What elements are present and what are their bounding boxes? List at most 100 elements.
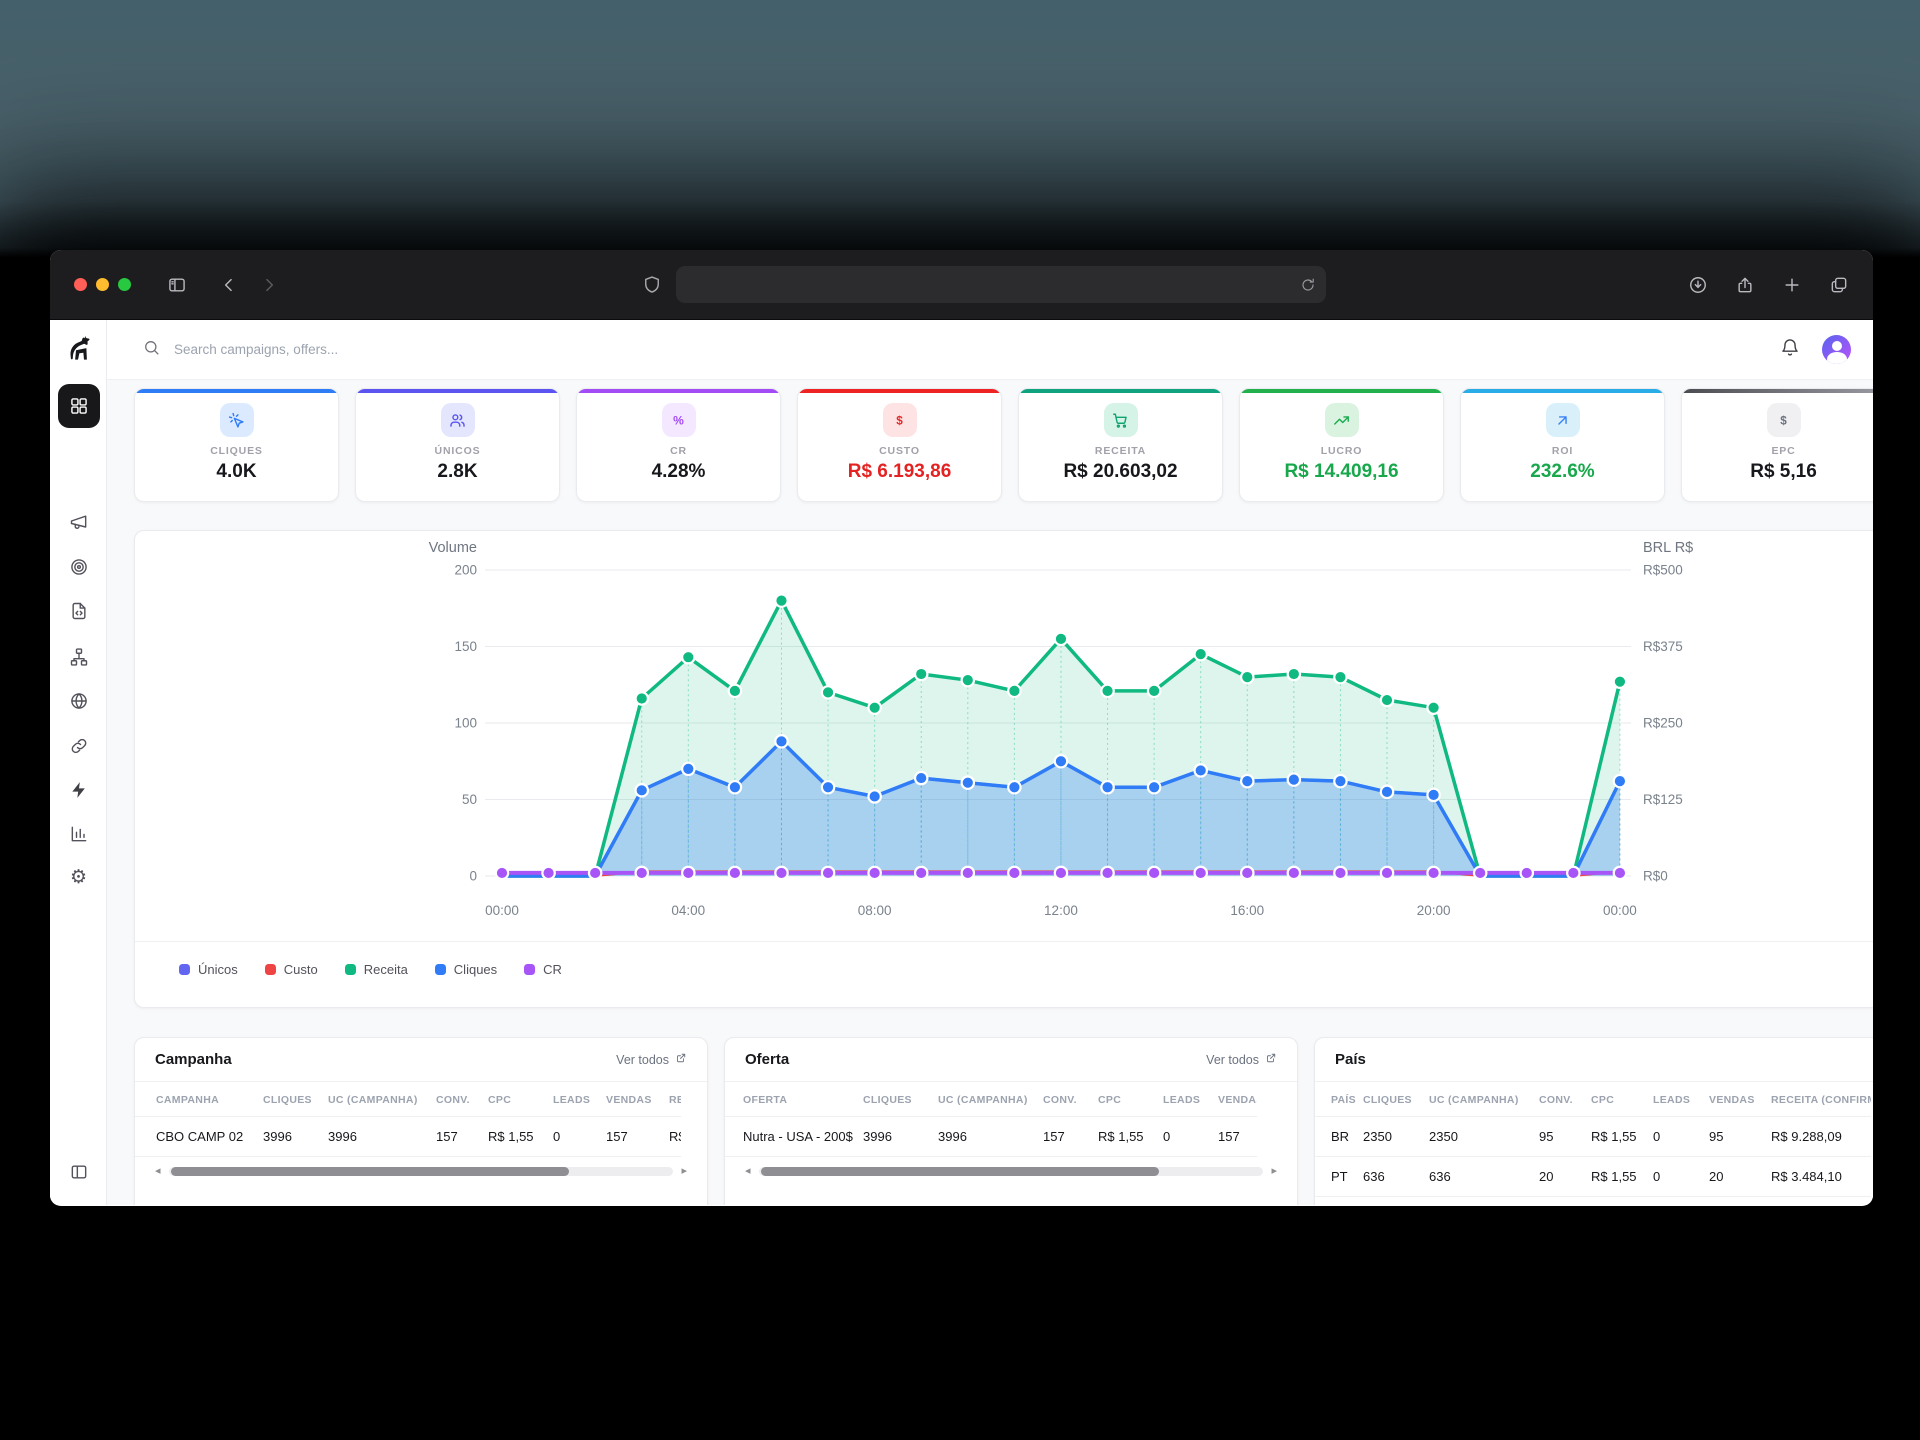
table-title: País [1335, 1051, 1366, 1068]
table-cell: 3996 [938, 1129, 967, 1144]
search-placeholder: Search campaigns, offers... [174, 342, 338, 357]
table-card-oferta: OfertaVer todosOFERTACLIQUESUC (CAMPANHA… [724, 1037, 1298, 1205]
app-header: Search campaigns, offers... [107, 320, 1873, 380]
click-icon [220, 403, 254, 437]
shield-icon [642, 275, 662, 295]
horizontal-scrollbar[interactable]: ◂▸ [155, 1164, 687, 1178]
sidebar-item-settings[interactable]: ⚙ [50, 868, 107, 887]
column-header: RECEITA (CONFIRMADA) [1771, 1094, 1871, 1106]
divider [725, 1116, 1257, 1117]
svg-text:04:00: 04:00 [671, 903, 705, 918]
sidebar-item-campaigns[interactable] [50, 512, 107, 537]
svg-text:00:00: 00:00 [485, 903, 519, 918]
kpi-row: CLIQUES4.0KÚNICOS2.8K%CR4.28%$CUSTOR$ 6.… [134, 388, 1873, 502]
avatar[interactable] [1822, 335, 1851, 364]
column-header: CPC [488, 1094, 511, 1106]
table-cell: BR [1331, 1129, 1349, 1144]
kpi-value: R$ 6.193,86 [798, 461, 1001, 483]
desktop-background [0, 0, 1920, 258]
megaphone-icon [69, 512, 89, 537]
scrollbar-thumb[interactable] [171, 1167, 570, 1176]
kpi-card-epc: $EPCR$ 5,16 [1681, 388, 1873, 502]
row-divider [1315, 1196, 1871, 1197]
legend-item-custo[interactable]: Custo [265, 962, 318, 977]
sidebar-item-domains[interactable] [50, 691, 107, 716]
kpi-value: R$ 14.409,16 [1240, 461, 1443, 483]
reload-icon[interactable] [1300, 277, 1316, 293]
chart-card: 200R$500150R$375100R$25050R$1250R$0Volum… [134, 530, 1873, 1008]
kpi-label: RECEITA [1019, 445, 1222, 457]
kpi-label: EPC [1682, 445, 1873, 457]
bell-icon[interactable] [1780, 337, 1800, 362]
column-header: UC (CAMPANHA) [328, 1094, 418, 1106]
column-header: LEADS [1653, 1094, 1690, 1106]
scrollbar-track[interactable] [759, 1167, 1264, 1176]
users-icon [441, 403, 475, 437]
global-search[interactable]: Search campaigns, offers... [143, 339, 338, 361]
ver-todos-link[interactable]: Ver todos [616, 1052, 687, 1067]
tab-overview-icon[interactable] [1829, 275, 1849, 295]
kpi-card-lucro: LUCROR$ 14.409,16 [1239, 388, 1444, 502]
column-header: VENDAS [1709, 1094, 1755, 1106]
scroll-right-arrow[interactable]: ▸ [1271, 1166, 1277, 1177]
table-cell: 2350 [1429, 1129, 1458, 1144]
scroll-left-arrow[interactable]: ◂ [155, 1166, 161, 1177]
svg-text:R$500: R$500 [1643, 563, 1683, 578]
kpi-label: CLIQUES [135, 445, 338, 457]
svg-text:12:00: 12:00 [1044, 903, 1078, 918]
scrollbar-track[interactable] [169, 1167, 674, 1176]
target-icon [69, 557, 89, 582]
sidebar-toggle-icon[interactable] [167, 275, 187, 295]
kpi-value: R$ 20.603,02 [1019, 461, 1222, 483]
sidebar-collapse-button[interactable] [50, 1162, 107, 1187]
sidebar-item-flows[interactable] [50, 647, 107, 672]
legend-item-receita[interactable]: Receita [345, 962, 408, 977]
dog-logo-icon[interactable] [50, 333, 107, 363]
scrollbar-thumb[interactable] [761, 1167, 1160, 1176]
zap-icon [69, 780, 89, 805]
kpi-card-roi: ROI232.6% [1460, 388, 1665, 502]
share-icon[interactable] [1735, 275, 1755, 295]
kpi-label: CUSTO [798, 445, 1001, 457]
table-cell: 3996 [863, 1129, 892, 1144]
sidebar-item-landers[interactable] [50, 601, 107, 626]
kpi-card-cliques: CLIQUES4.0K [134, 388, 339, 502]
kpi-accent-bar [1240, 389, 1443, 393]
horizontal-scrollbar[interactable]: ◂▸ [745, 1164, 1277, 1178]
column-header: CPC [1098, 1094, 1121, 1106]
sidebar-item-reports[interactable] [50, 824, 107, 849]
zoom-button[interactable] [118, 278, 131, 291]
table-card-país: PaísPAÍSCLIQUESUC (CAMPANHA)CONV.CPCLEAD… [1314, 1037, 1873, 1205]
back-icon[interactable] [219, 275, 239, 295]
scroll-left-arrow[interactable]: ◂ [745, 1166, 751, 1177]
dollar-icon: $ [883, 403, 917, 437]
table-cell: R$ [669, 1129, 681, 1144]
sidebar-item-dashboard[interactable] [58, 384, 100, 428]
legend-item-cr[interactable]: CR [524, 962, 562, 977]
svg-text:Volume: Volume [429, 540, 477, 556]
svg-text:00:00: 00:00 [1603, 903, 1637, 918]
scroll-right-arrow[interactable]: ▸ [681, 1166, 687, 1177]
ver-todos-link[interactable]: Ver todos [1206, 1052, 1277, 1067]
address-bar[interactable] [676, 266, 1326, 303]
legend-item-cliques[interactable]: Cliques [435, 962, 497, 977]
legend-label: CR [543, 962, 562, 977]
kpi-card-receita: RECEITA R$ 20.603,02 [1018, 388, 1223, 502]
minimize-button[interactable] [96, 278, 109, 291]
dashboard-app: ⚙ Search campaigns, offers... CLIQUES4.0… [50, 320, 1873, 1205]
table-cell: R$ 1,55 [1098, 1129, 1144, 1144]
sidebar-item-links[interactable] [50, 736, 107, 761]
sidebar-item-offers[interactable] [50, 557, 107, 582]
close-button[interactable] [74, 278, 87, 291]
column-header: VENDAS [606, 1094, 652, 1106]
legend-item-únicos[interactable]: Únicos [179, 962, 238, 977]
sidebar-item-automations[interactable] [50, 780, 107, 805]
kpi-accent-bar [1682, 389, 1873, 393]
new-tab-icon[interactable] [1782, 275, 1802, 295]
downloads-icon[interactable] [1688, 275, 1708, 295]
svg-text:$: $ [896, 414, 903, 427]
table-card-header: CampanhaVer todos [135, 1038, 707, 1082]
trend-icon [1325, 403, 1359, 437]
legend-swatch [345, 964, 356, 975]
forward-icon[interactable] [259, 275, 279, 295]
